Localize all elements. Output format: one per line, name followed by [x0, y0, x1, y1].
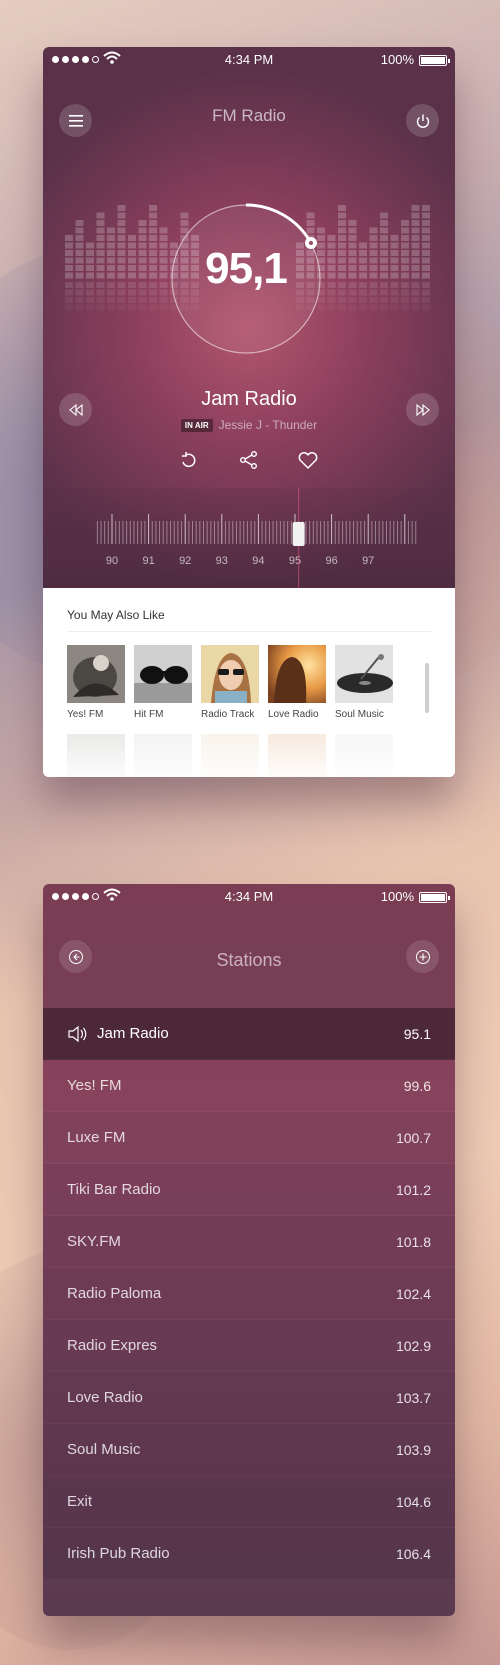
station-name: Jam Radio	[97, 1025, 169, 1042]
station-name: SKY.FM	[67, 1233, 121, 1250]
thumbnail-label: Hit FM	[134, 709, 164, 720]
station-row[interactable]: Luxe FM 100.7	[43, 1112, 455, 1164]
divider	[67, 631, 431, 632]
thumbnail-label: Soul Music	[335, 709, 384, 720]
station-frequency: 103.9	[395, 1441, 431, 1458]
station-frequency: 95.1	[403, 1025, 431, 1042]
tuner-label: 97	[362, 555, 374, 567]
page-title: FM Radio	[212, 106, 286, 125]
station-name: Radio Expres	[67, 1337, 158, 1354]
plus-icon	[415, 949, 430, 964]
station-row[interactable]: Irish Pub Radio 106.4	[43, 1528, 455, 1580]
thumbnail-label: Radio Track	[201, 709, 255, 720]
heart-icon[interactable]	[296, 448, 320, 472]
scrollbar[interactable]	[425, 663, 429, 713]
stations-screen: 4:34 PM 100% Stations Jam Radio 95.1 Yes…	[43, 884, 455, 1616]
repeat-icon[interactable]	[177, 448, 201, 472]
tuner-label: 94	[252, 555, 264, 567]
thumbnail-love-radio[interactable]	[268, 645, 326, 703]
fast-forward-icon	[415, 403, 430, 416]
recommendations-section: You May Also Like Yes! FM Hit FM Radio T…	[43, 588, 455, 777]
tuner-label: 93	[216, 555, 228, 567]
next-button[interactable]	[406, 393, 439, 426]
frequency-tuner[interactable]: 90 91 92 93 94 95 96 97	[43, 488, 455, 588]
station-row[interactable]: Jam Radio 95.1	[43, 1008, 455, 1060]
station-row[interactable]: Love Radio 103.7	[43, 1372, 455, 1424]
station-row[interactable]: Tiki Bar Radio 101.2	[43, 1164, 455, 1216]
station-frequency: 104.6	[395, 1493, 431, 1510]
thumbnail-hit-fm[interactable]	[134, 645, 192, 703]
station-name: Yes! FM	[67, 1077, 122, 1094]
fm-radio-screen: 4:34 PM 100% FM Radio 95,1 Jam Radio IN …	[43, 47, 455, 777]
station-name: Soul Music	[67, 1441, 141, 1458]
station-row[interactable]: Radio Expres 102.9	[43, 1320, 455, 1372]
status-bar: 4:34 PM 100%	[43, 47, 455, 73]
station-row[interactable]: Yes! FM 99.6	[43, 1060, 455, 1112]
station-name: Radio Paloma	[67, 1285, 162, 1302]
tuner-label: 91	[142, 555, 154, 567]
station-name: Luxe FM	[67, 1129, 126, 1146]
station-name: Tiki Bar Radio	[67, 1181, 161, 1198]
station-row[interactable]: Exit 104.6	[43, 1476, 455, 1528]
power-icon	[416, 114, 429, 128]
station-row[interactable]: SKY.FM 101.8	[43, 1216, 455, 1268]
share-icon[interactable]	[237, 448, 261, 472]
station-name: Love Radio	[67, 1389, 143, 1406]
now-playing: IN AIR Jessie J - Thunder	[43, 418, 455, 432]
station-frequency: 102.9	[395, 1337, 431, 1354]
station-row[interactable]: Soul Music 103.9	[43, 1424, 455, 1476]
fade-overlay	[43, 728, 455, 777]
station-name: Exit	[67, 1493, 93, 1510]
tuner-label: 96	[325, 555, 337, 567]
tuner-label: 92	[179, 555, 191, 567]
page-title: Stations	[216, 950, 282, 970]
power-button[interactable]	[406, 104, 439, 137]
station-frequency: 106.4	[395, 1545, 431, 1562]
station-row[interactable]: Radio Paloma 102.4	[43, 1268, 455, 1320]
battery-percent: 100%	[380, 889, 414, 904]
status-bar: 4:34 PM 100%	[43, 884, 455, 910]
tuner-label: 95	[289, 555, 301, 567]
thumbnail-label: Yes! FM	[67, 709, 104, 720]
station-frequency: 101.2	[395, 1181, 431, 1198]
stations-list: Jam Radio 95.1 Yes! FM 99.6 Luxe FM 100.7 …	[43, 1008, 455, 1580]
thumbnail-label: Love Radio	[268, 709, 319, 720]
tuner-scale[interactable]: 90 91 92 93 94 95 96 97	[43, 488, 455, 588]
station-name: Jam Radio	[201, 388, 297, 410]
section-title: You May Also Like	[67, 608, 165, 622]
current-frequency: 95,1	[205, 244, 288, 293]
station-frequency: 103.7	[395, 1389, 431, 1406]
tuner-handle	[292, 522, 305, 546]
speaker-icon	[68, 1025, 87, 1042]
station-frequency: 100.7	[395, 1129, 431, 1146]
station-frequency: 99.6	[403, 1077, 431, 1094]
station-name: Irish Pub Radio	[67, 1545, 170, 1562]
in-air-badge: IN AIR	[180, 418, 213, 432]
battery-percent: 100%	[380, 52, 414, 67]
player-panel: 4:34 PM 100% FM Radio 95,1 Jam Radio IN …	[43, 47, 455, 588]
thumbnail-yes-fm[interactable]	[67, 645, 125, 703]
tuner-label: 90	[106, 555, 118, 567]
thumbnail-radio-track[interactable]	[201, 645, 259, 703]
station-frequency: 102.4	[395, 1285, 431, 1302]
battery-icon	[419, 55, 450, 66]
track-title: Jessie J - Thunder	[218, 418, 318, 432]
thumbnail-soul-music[interactable]	[335, 645, 393, 703]
battery-icon	[419, 892, 450, 903]
station-frequency: 101.8	[395, 1233, 431, 1250]
add-station-button[interactable]	[406, 940, 439, 973]
